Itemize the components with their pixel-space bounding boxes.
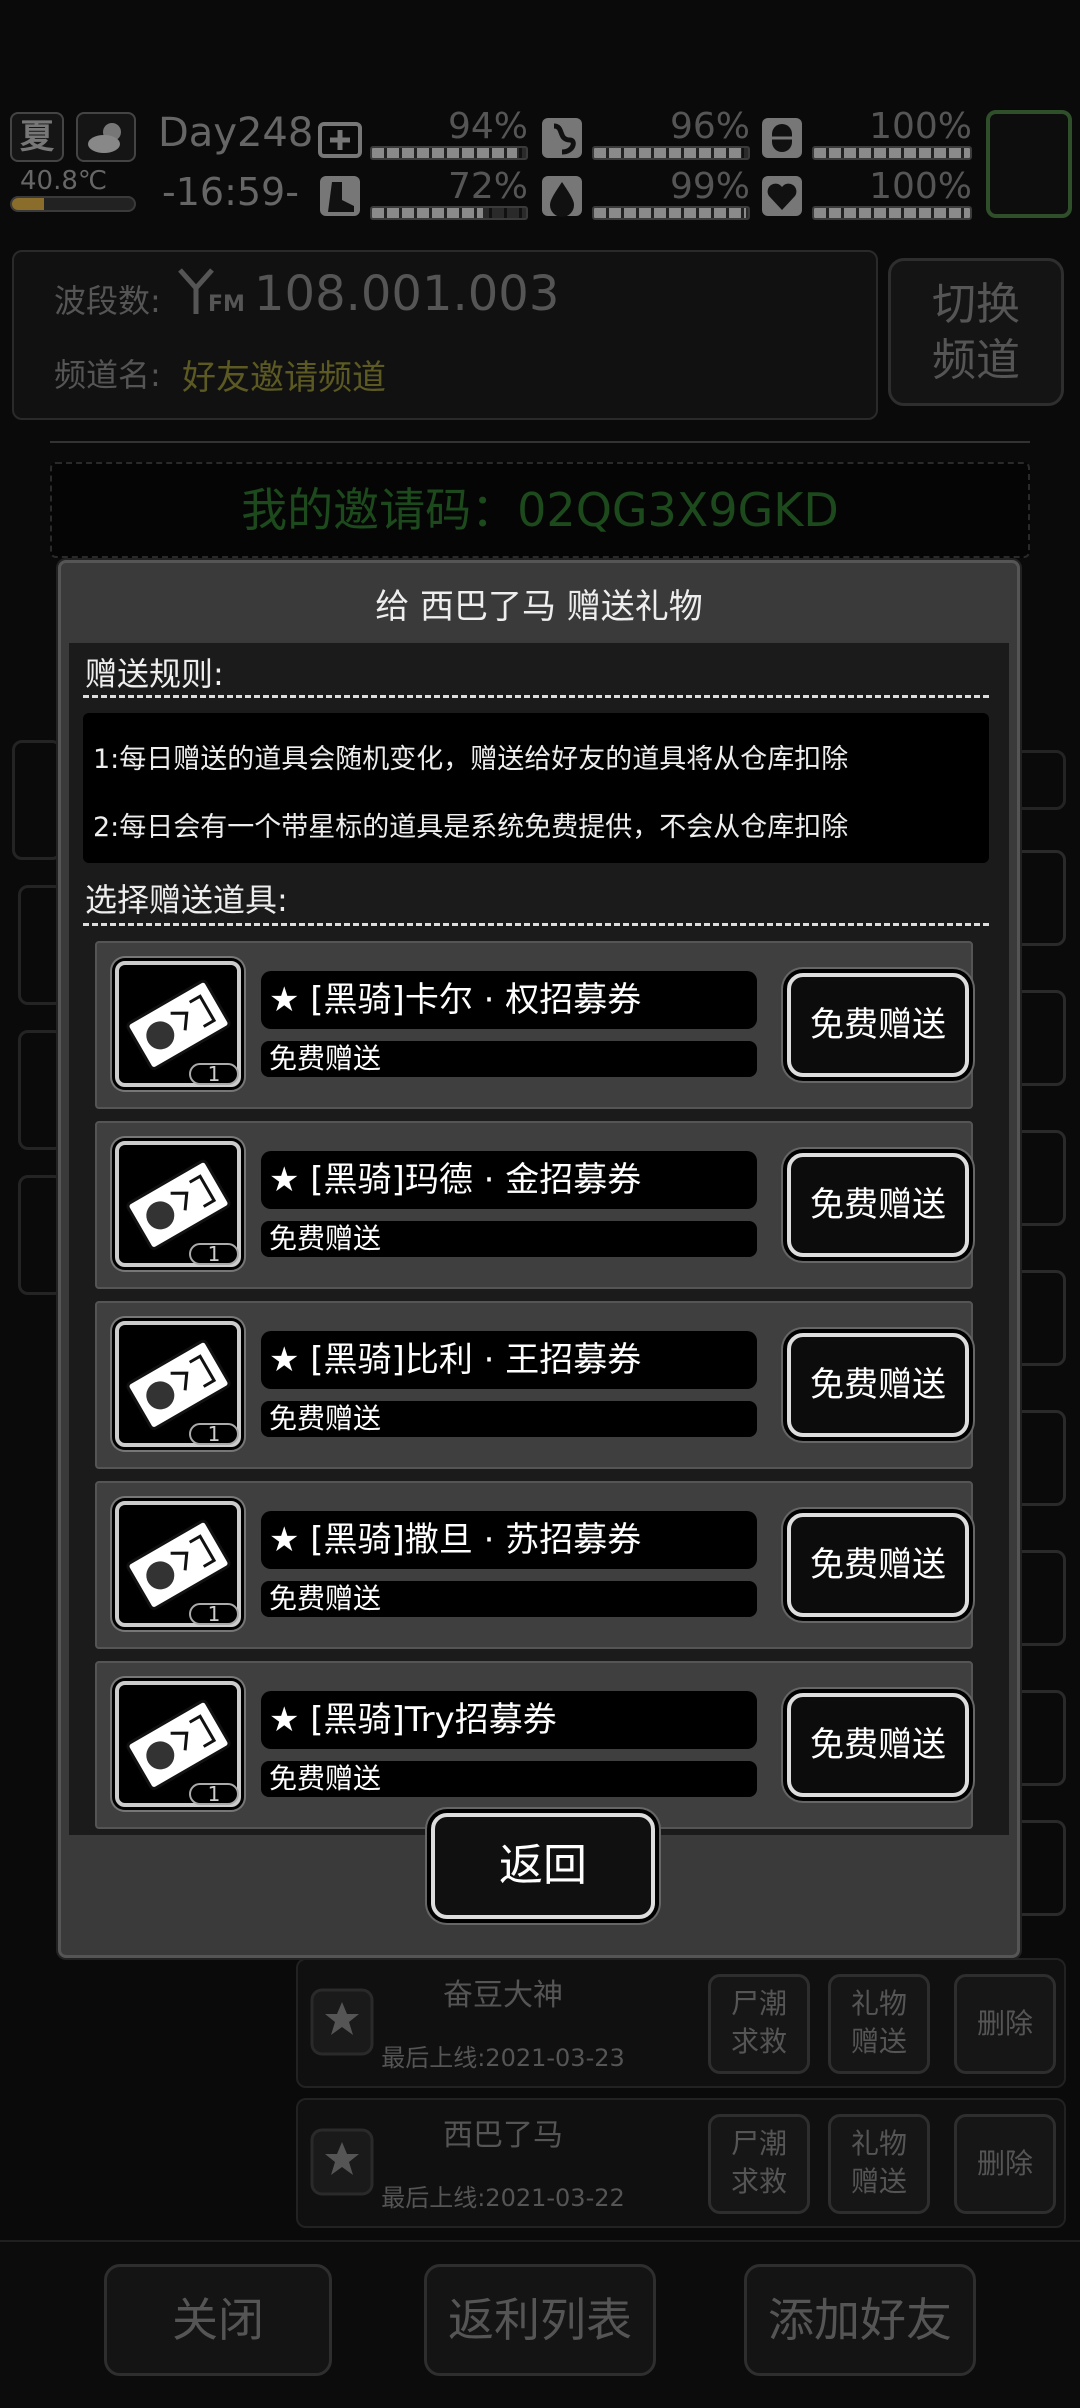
stat-mood: 100%: [760, 166, 972, 226]
friend-name: 西巴了马: [443, 2118, 563, 2153]
close-button[interactable]: 关闭: [104, 2264, 332, 2376]
item-note: 免费赠送: [261, 1761, 757, 1797]
gift-item: 1 ★ [黑骑]比利 · 王招募券 免费赠送 免费赠送: [95, 1301, 973, 1469]
temperature: 40.8℃: [20, 166, 108, 196]
free-gift-button[interactable]: 免费赠送: [787, 973, 969, 1077]
star-icon[interactable]: [310, 2128, 374, 2196]
pill-icon: [762, 118, 802, 158]
divider: [83, 695, 989, 698]
health-bar: [370, 146, 528, 160]
radio-panel: 波段数: FM 108.001.003 频道名: 好友邀请频道: [12, 250, 878, 420]
divider: [83, 923, 989, 926]
rule-text: 1:每日赠送的道具会随机变化，赠送给好友的道具将从仓库扣除: [93, 744, 849, 775]
inventory-slot[interactable]: [986, 110, 1072, 218]
item-note: 免费赠送: [261, 1581, 757, 1617]
switch-channel-button[interactable]: 切换 频道: [888, 258, 1064, 406]
stat-stamina: 72%: [318, 166, 528, 226]
item-note: 免费赠送: [261, 1041, 757, 1077]
last-online: 最后上线:2021-03-22: [381, 2184, 625, 2212]
friend-row: 奋豆大神 最后上线:2021-03-23 尸潮 求救 礼物 赠送 删除: [296, 1958, 1066, 2088]
item-name: ★ [黑骑]卡尔 · 权招募券: [261, 971, 757, 1029]
hunger-bar: [592, 146, 750, 160]
rules-box: 1:每日赠送的道具会随机变化，赠送给好友的道具将从仓库扣除 2:每日会有一个带星…: [83, 713, 989, 863]
rule-text: 2:每日会有一个带星标的道具是系统免费提供，不会从仓库扣除: [93, 812, 849, 843]
modal-title: 给 西巴了马 赠送礼物: [375, 587, 703, 627]
gift-item: 1 ★ [黑骑]玛德 · 金招募券 免费赠送 免费赠送: [95, 1121, 973, 1289]
gift-item-list[interactable]: 1 ★ [黑骑]卡尔 · 权招募券 免费赠送 免费赠送 1 ★ [黑骑]玛德 ·…: [83, 941, 989, 1835]
item-name: ★ [黑骑]比利 · 王招募券: [261, 1331, 757, 1389]
gift-item: 1 ★ [黑骑]Try招募券 免费赠送 免费赠送: [95, 1661, 973, 1829]
gift-button[interactable]: 礼物 赠送: [828, 1974, 930, 2074]
select-item-label: 选择赠送道具:: [85, 881, 288, 919]
item-name: ★ [黑骑]Try招募券: [261, 1691, 757, 1749]
item-name: ★ [黑骑]撒旦 · 苏招募券: [261, 1511, 757, 1569]
stat-hunger: 96%: [540, 106, 750, 166]
free-gift-button[interactable]: 免费赠送: [787, 1513, 969, 1617]
invite-code-box: 我的邀请码：02QG3X9GKD: [50, 462, 1030, 558]
free-gift-button[interactable]: 免费赠送: [787, 1153, 969, 1257]
frequency: 108.001.003: [254, 266, 560, 322]
stat-thirst: 99%: [540, 166, 750, 226]
fm-label: FM: [208, 292, 245, 317]
status-bar: 夏 40.8℃ Day248 -16:59- 94% 96% 100% 72% …: [0, 100, 1080, 230]
add-friend-button[interactable]: 添加好友: [744, 2264, 976, 2376]
stamina-bar: [370, 206, 528, 220]
stomach-icon: [542, 118, 582, 158]
item-quantity: 1: [189, 1063, 239, 1085]
item-quantity: 1: [189, 1423, 239, 1445]
last-online: 最后上线:2021-03-23: [381, 2044, 625, 2072]
friend-row: 西巴了马 最后上线:2021-03-22 尸潮 求救 礼物 赠送 删除: [296, 2098, 1066, 2228]
thirst-bar: [592, 206, 750, 220]
zombie-rescue-button[interactable]: 尸潮 求救: [708, 1974, 810, 2074]
day-counter: Day248: [158, 110, 314, 156]
stat-medicine: 100%: [760, 106, 972, 166]
weather-icon: [76, 112, 136, 162]
zombie-rescue-button[interactable]: 尸潮 求救: [708, 2114, 810, 2214]
modal-body: 赠送规则: 1:每日赠送的道具会随机变化，赠送给好友的道具将从仓库扣除 2:每日…: [69, 643, 1009, 1835]
temperature-gauge: [10, 196, 136, 212]
rules-label: 赠送规则:: [85, 655, 224, 693]
gift-item: 1 ★ [黑骑]撒旦 · 苏招募券 免费赠送 免费赠送: [95, 1481, 973, 1649]
medicine-bar: [812, 146, 972, 160]
heart-icon: [762, 176, 802, 216]
star-icon[interactable]: [310, 1988, 374, 2056]
item-note: 免费赠送: [261, 1401, 757, 1437]
game-clock: -16:59-: [162, 170, 299, 214]
stat-health: 94%: [318, 106, 528, 166]
season-badge: 夏: [10, 112, 64, 162]
boot-icon: [320, 176, 360, 216]
rebate-list-button[interactable]: 返利列表: [424, 2264, 656, 2376]
divider: [50, 441, 1030, 443]
item-quantity: 1: [189, 1243, 239, 1265]
mood-bar: [812, 206, 972, 220]
back-button[interactable]: 返回: [431, 1813, 655, 1919]
free-gift-button[interactable]: 免费赠送: [787, 1333, 969, 1437]
free-gift-button[interactable]: 免费赠送: [787, 1693, 969, 1797]
gift-item: 1 ★ [黑骑]卡尔 · 权招募券 免费赠送 免费赠送: [95, 941, 973, 1109]
friend-name: 奋豆大神: [443, 1978, 563, 2013]
gift-modal: 给 西巴了马 赠送礼物 赠送规则: 1:每日赠送的道具会随机变化，赠送给好友的道…: [58, 560, 1020, 1958]
water-drop-icon: [542, 176, 582, 217]
item-quantity: 1: [189, 1783, 239, 1805]
channel-label: 频道名:: [54, 356, 161, 394]
item-note: 免费赠送: [261, 1221, 757, 1257]
item-quantity: 1: [189, 1603, 239, 1625]
channel-name: 好友邀请频道: [182, 358, 386, 398]
gift-button[interactable]: 礼物 赠送: [828, 2114, 930, 2214]
delete-friend-button[interactable]: 删除: [954, 2114, 1056, 2214]
delete-friend-button[interactable]: 删除: [954, 1974, 1056, 2074]
bg-list-edge: [12, 740, 62, 860]
band-label: 波段数:: [54, 282, 161, 320]
medkit-icon: [318, 122, 362, 158]
item-name: ★ [黑骑]玛德 · 金招募券: [261, 1151, 757, 1209]
